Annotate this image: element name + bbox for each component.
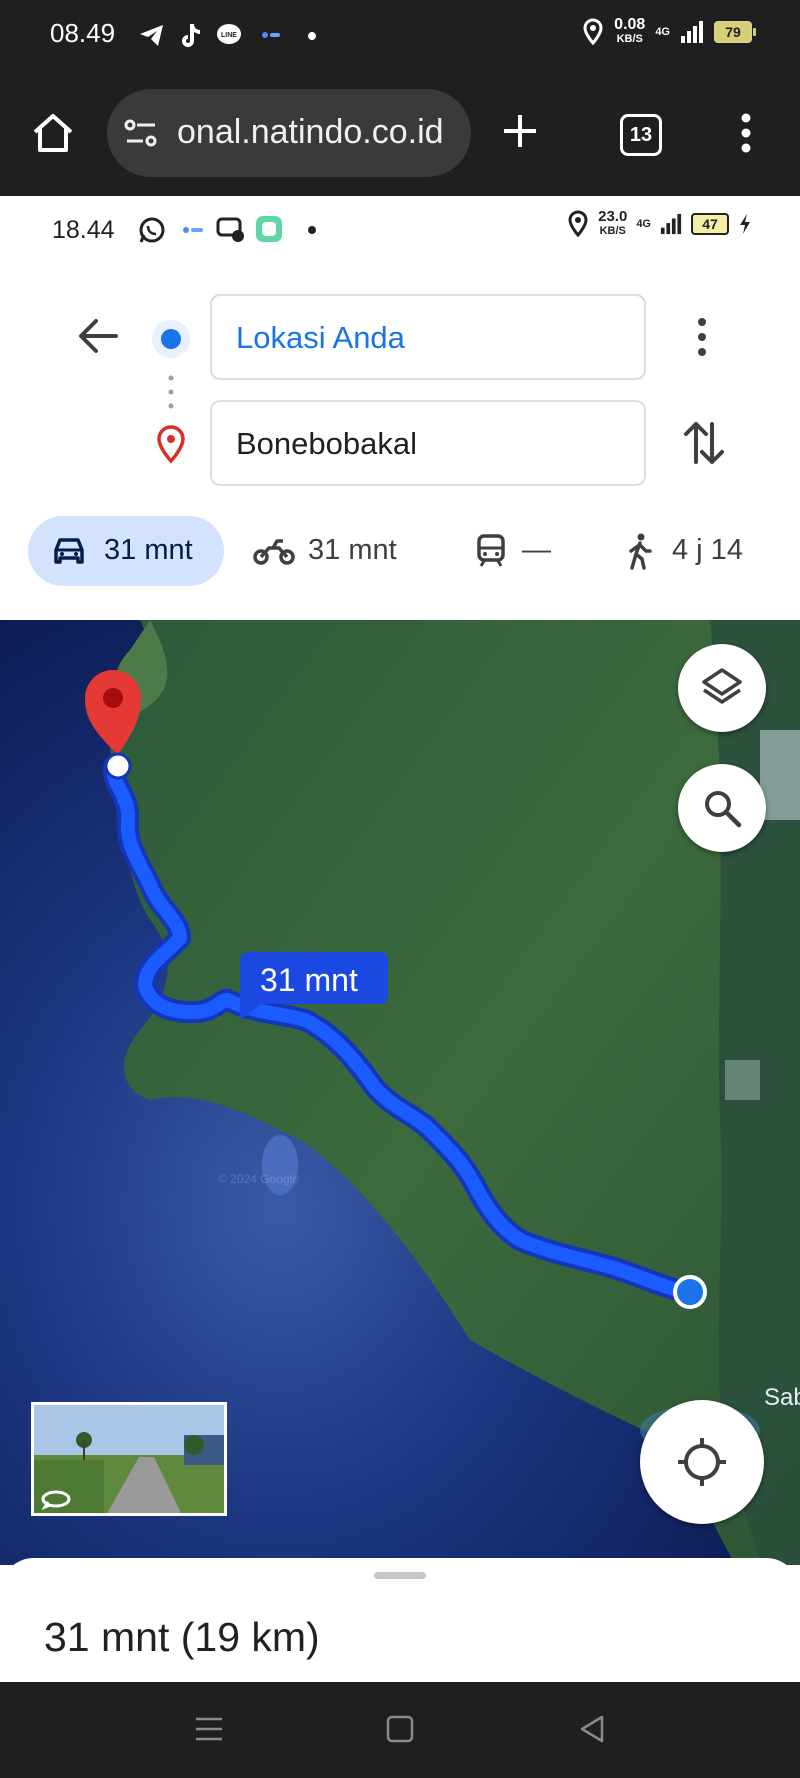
map-view[interactable]: 31 mnt Sab © 2024 Google xyxy=(0,620,800,1565)
my-location-icon xyxy=(678,1438,726,1486)
whatsapp-icon xyxy=(139,217,165,243)
app-icon xyxy=(262,32,280,38)
inner-net-speed-value: 23.0 xyxy=(598,208,628,225)
destination-pin-icon xyxy=(157,425,185,464)
cloud-patch xyxy=(760,730,800,820)
more-vert-icon[interactable] xyxy=(690,316,714,358)
url-text: onal.natindo.co.id xyxy=(177,113,444,151)
chat-icon xyxy=(216,217,244,242)
network-type: 4G xyxy=(655,26,670,38)
destination-pin-center xyxy=(103,688,123,708)
reef xyxy=(262,1135,298,1195)
line-icon: LINE xyxy=(217,24,241,44)
app-icon xyxy=(183,227,203,233)
inner-net-speed-unit: KB/S xyxy=(599,225,626,237)
sheet-drag-handle[interactable] xyxy=(374,1572,426,1579)
signal-icon xyxy=(681,21,703,43)
origin-location-dot[interactable] xyxy=(673,1275,707,1309)
inner-network-type: 4G xyxy=(636,218,651,230)
inner-status-time: 18.44 xyxy=(52,216,115,244)
mode-car-label: 31 mnt xyxy=(104,534,193,566)
dot-icon xyxy=(308,226,316,234)
layers-icon xyxy=(702,668,742,704)
mode-walk-label: 4 j 14 xyxy=(672,534,743,566)
transit-icon xyxy=(477,534,505,567)
origin-dot-icon xyxy=(152,320,190,358)
rotate-360-icon xyxy=(41,1490,71,1511)
location-icon xyxy=(568,210,588,238)
mode-transit-chip[interactable]: — xyxy=(470,516,570,586)
site-settings-icon[interactable] xyxy=(123,117,159,149)
route-summary: 31 mnt (19 km) xyxy=(44,1614,320,1660)
layers-button[interactable] xyxy=(678,644,766,732)
street-view-thumbnail[interactable] xyxy=(31,1402,227,1516)
signal-icon xyxy=(660,213,682,235)
system-nav-bar xyxy=(0,1682,800,1778)
recents-menu-icon[interactable] xyxy=(194,1714,224,1744)
charging-icon xyxy=(740,214,750,234)
battery-icon: 47 xyxy=(691,213,729,235)
net-speed-unit: KB/S xyxy=(616,33,643,45)
mode-car-chip[interactable]: 31 mnt xyxy=(28,516,224,586)
origin-input[interactable]: Lokasi Anda xyxy=(210,294,646,380)
telegram-icon xyxy=(140,25,163,46)
route-bottom-sheet[interactable]: 31 mnt (19 km) xyxy=(0,1558,800,1682)
outer-status-bar: 08.49 LINE 0.08 KB/S 4G 79 xyxy=(0,0,800,72)
mode-motorcycle-chip[interactable]: 31 mnt xyxy=(250,516,410,586)
back-triangle-icon[interactable] xyxy=(578,1714,606,1744)
walk-icon xyxy=(629,533,652,570)
cloud-patch xyxy=(725,1060,760,1100)
route-time-label: 31 mnt xyxy=(260,962,358,998)
my-location-button[interactable] xyxy=(640,1400,764,1524)
destination-endpoint xyxy=(104,752,132,780)
mode-walk-chip[interactable]: 4 j 14 xyxy=(622,516,772,586)
destination-input[interactable]: Bonebobakal xyxy=(210,400,646,486)
dot-icon xyxy=(308,32,316,40)
tiktok-icon xyxy=(182,24,200,47)
location-icon xyxy=(583,18,603,46)
home-icon[interactable] xyxy=(30,110,76,156)
motorcycle-icon xyxy=(253,539,295,565)
outer-status-time: 08.49 xyxy=(50,18,116,48)
back-arrow-icon[interactable] xyxy=(76,316,120,356)
map-watermark: © 2024 Google xyxy=(218,1172,299,1186)
mode-motorcycle-label: 31 mnt xyxy=(308,534,397,566)
place-label: Sab xyxy=(764,1384,800,1411)
maps-app: 18.44 23.0 KB/S 4G 47 Lokasi Anda Bonebo… xyxy=(0,196,800,1682)
swap-directions-icon[interactable] xyxy=(682,418,726,468)
battery-icon: 79 xyxy=(714,21,756,43)
more-vert-icon[interactable] xyxy=(734,112,758,154)
search-along-route-button[interactable] xyxy=(678,764,766,852)
route-dots-connector xyxy=(168,375,174,409)
home-square-icon[interactable] xyxy=(386,1714,414,1744)
net-speed-value: 0.08 xyxy=(614,16,646,33)
search-icon xyxy=(705,791,742,828)
outer-status-right: 0.08 KB/S 4G 79 xyxy=(582,16,756,46)
app-square-icon xyxy=(256,216,282,242)
inner-status-right: 23.0 KB/S 4G 47 xyxy=(567,208,752,238)
mode-transit-label: — xyxy=(522,534,551,566)
car-icon xyxy=(54,538,84,564)
address-bar[interactable]: onal.natindo.co.id xyxy=(107,89,471,177)
svg-text:LINE: LINE xyxy=(221,32,237,39)
new-tab-icon[interactable] xyxy=(500,111,540,151)
inner-status-bar: 18.44 23.0 KB/S 4G 47 xyxy=(0,196,800,266)
tab-switcher-icon[interactable]: 13 xyxy=(620,114,662,156)
